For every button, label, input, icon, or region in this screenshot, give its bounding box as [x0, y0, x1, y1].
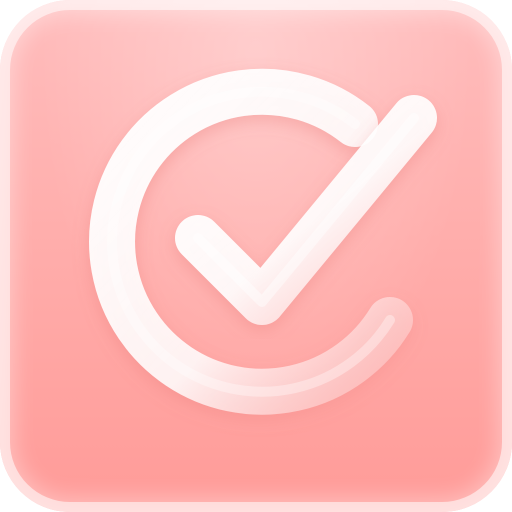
app-icon-canvas: [0, 0, 512, 512]
checkmark-in-circle-icon: [89, 68, 437, 415]
app-icon-tile[interactable]: [0, 0, 512, 512]
